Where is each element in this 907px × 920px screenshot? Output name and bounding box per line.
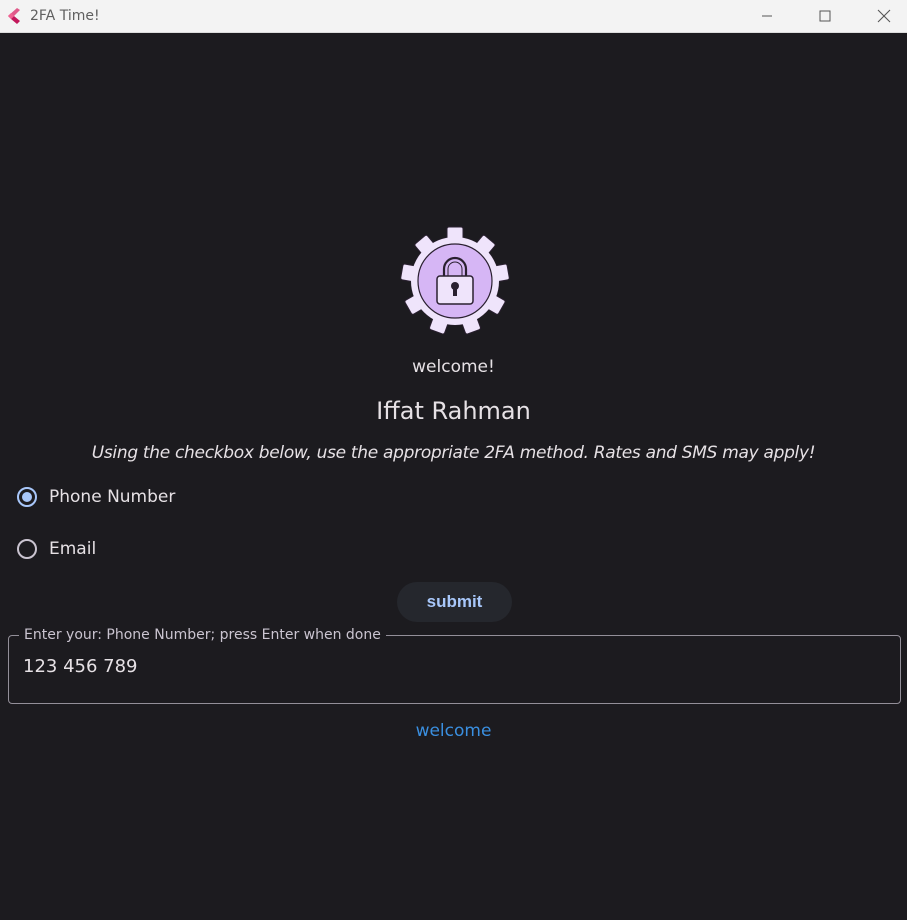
close-icon — [877, 9, 891, 23]
radio-button-email[interactable] — [17, 539, 37, 559]
greeting-text: welcome! — [412, 357, 495, 377]
flutter-logo-icon — [8, 8, 20, 24]
window-title: 2FA Time! — [30, 8, 100, 24]
minimize-button[interactable] — [744, 0, 790, 32]
contact-input[interactable] — [23, 656, 883, 677]
radio-label-email: Email — [49, 539, 97, 559]
contact-input-field: Enter your: Phone Number; press Enter wh… — [8, 626, 901, 704]
gear-lock-icon — [400, 226, 510, 335]
welcome-link[interactable]: welcome — [0, 720, 907, 742]
title-bar: 2FA Time! — [0, 0, 907, 33]
radio-label-phone: Phone Number — [49, 487, 176, 507]
radio-option-phone[interactable]: Phone Number — [14, 483, 175, 511]
close-button[interactable] — [861, 0, 907, 32]
radio-button-phone[interactable] — [17, 487, 37, 507]
main-content: welcome! Iffat Rahman Using the checkbox… — [0, 33, 907, 920]
minimize-icon — [762, 15, 772, 17]
contact-input-label: Enter your: Phone Number; press Enter wh… — [19, 626, 386, 644]
maximize-icon — [819, 10, 831, 22]
maximize-button[interactable] — [802, 0, 848, 32]
radio-option-email[interactable]: Email — [14, 535, 96, 563]
user-name: Iffat Rahman — [376, 397, 531, 425]
instructions-text: Using the checkbox below, use the approp… — [91, 443, 816, 463]
submit-button[interactable]: submit — [397, 582, 512, 622]
